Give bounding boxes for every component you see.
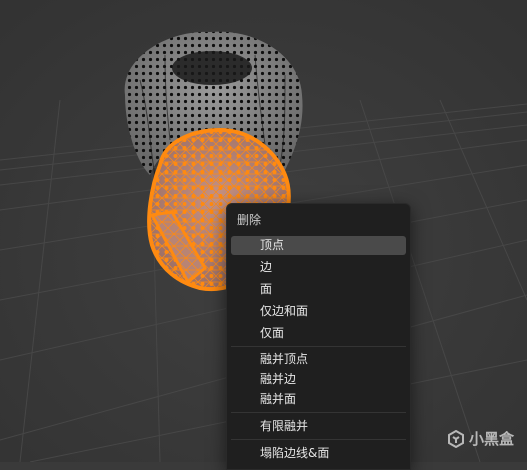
menu-item-only-faces[interactable]: 仅面 <box>231 324 406 343</box>
menu-item-faces[interactable]: 面 <box>231 280 406 299</box>
menu-item-limited-dissolve[interactable]: 有限融并 <box>231 417 406 436</box>
menu-item-only-edges-faces[interactable]: 仅边和面 <box>231 302 406 321</box>
menu-separator <box>231 346 406 347</box>
xiaoheihe-watermark: 小黑盒 <box>447 428 514 449</box>
menu-item-dissolve-faces[interactable]: 融并面 <box>231 390 406 409</box>
menu-separator <box>231 439 406 440</box>
menu-separator <box>231 412 406 413</box>
menu-item-dissolve-edges[interactable]: 融并边 <box>231 370 406 389</box>
menu-item-collapse-edges-faces[interactable]: 塌陷边线&面 <box>231 444 406 463</box>
menu-item-vertices[interactable]: 顶点 <box>231 236 406 255</box>
menu-title: 删除 <box>237 213 262 227</box>
delete-context-menu: 删除 顶点 边 面 仅边和面 仅面 融并顶点 融并边 融并面 有限融并 塌陷边线… <box>226 203 411 470</box>
watermark-text: 小黑盒 <box>469 430 515 448</box>
menu-item-edges[interactable]: 边 <box>231 258 406 277</box>
menu-item-dissolve-vertices[interactable]: 融并顶点 <box>231 350 406 369</box>
xiaoheihe-logo-icon <box>448 429 464 448</box>
